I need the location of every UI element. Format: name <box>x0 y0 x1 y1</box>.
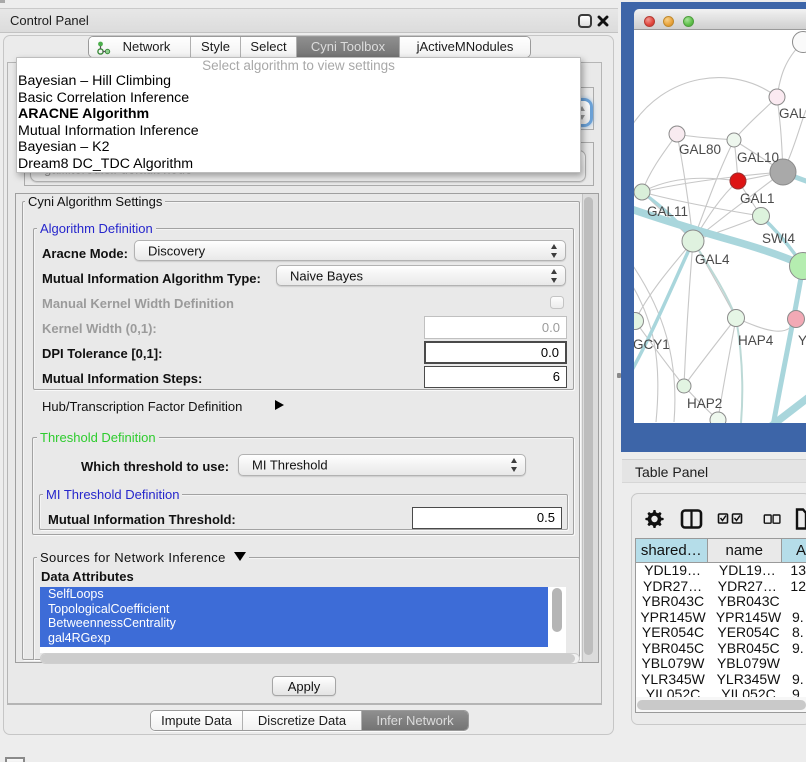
svg-text:GCY1: GCY1 <box>634 337 670 352</box>
svg-text:GAL4: GAL4 <box>695 252 730 267</box>
svg-text:HAP4: HAP4 <box>738 333 774 348</box>
svg-text:GAL11: GAL11 <box>647 204 688 219</box>
svg-text:GAL1: GAL1 <box>740 191 775 206</box>
svg-text:HAP2: HAP2 <box>687 396 722 411</box>
svg-text:Y: Y <box>798 333 806 348</box>
svg-text:GAL: GAL <box>779 106 806 121</box>
svg-text:SWI4: SWI4 <box>762 231 795 246</box>
svg-text:GAL80: GAL80 <box>679 142 721 157</box>
svg-text:GAL10: GAL10 <box>737 150 779 165</box>
